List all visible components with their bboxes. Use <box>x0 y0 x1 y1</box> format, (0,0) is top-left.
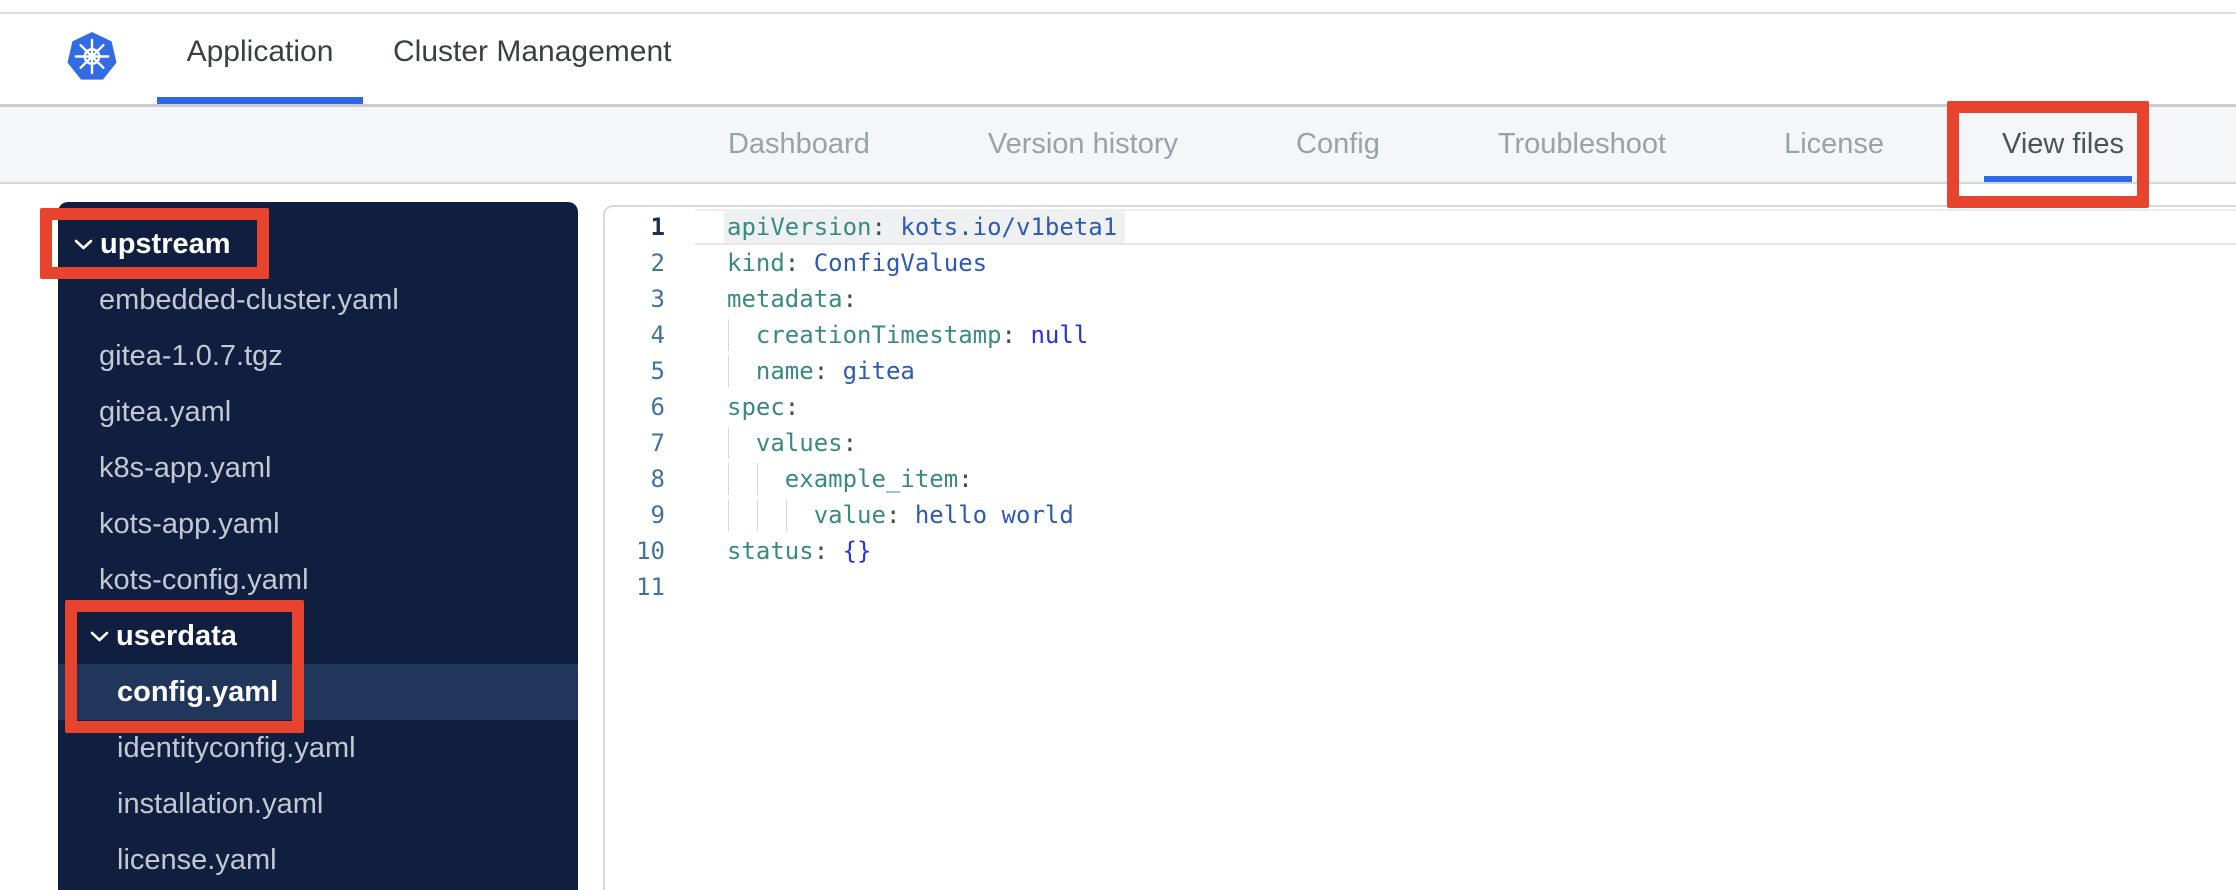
file-kots-app-yaml[interactable]: kots-app.yaml <box>58 496 578 552</box>
code-text: metadata: <box>727 285 858 313</box>
indent-guide <box>728 319 729 351</box>
line-number: 5 <box>650 357 665 385</box>
file-gitea-1-0-7-tgz[interactable]: gitea-1.0.7.tgz <box>58 328 578 384</box>
tree-item-label: kots-config.yaml <box>99 563 309 596</box>
code-text: kind: ConfigValues <box>727 249 988 277</box>
code-editor[interactable]: 1 apiVersion: kots.io/v1beta1 2 kind: Confi… <box>603 205 2236 890</box>
application-subnav: Dashboard Version history Config Troublesho… <box>0 107 2236 184</box>
file-license-yaml[interactable]: license.yaml <box>58 832 578 888</box>
line-number: 8 <box>650 465 665 493</box>
top-navigation-bar: Application Cluster Management <box>0 0 2236 107</box>
indent-guide <box>756 499 758 531</box>
code-text: status: {} <box>727 537 872 565</box>
code-text: values: <box>727 425 857 461</box>
line-number: 4 <box>650 321 665 349</box>
code-line-6: 6 spec: <box>605 389 2236 425</box>
tree-item-label: installation.yaml <box>117 787 324 820</box>
indent-guide <box>728 355 729 387</box>
code-line-3: 3 metadata: <box>605 281 2236 317</box>
line-number: 7 <box>650 429 665 457</box>
file-k8s-app-yaml[interactable]: k8s-app.yaml <box>58 440 578 496</box>
tree-item-label: userdata <box>116 619 237 652</box>
tab-dashboard[interactable]: Dashboard <box>728 107 870 182</box>
folder-userdata[interactable]: userdata <box>58 608 578 664</box>
indent-guide <box>785 499 787 531</box>
tree-item-label: config.yaml <box>117 675 279 708</box>
line-number: 3 <box>650 285 665 313</box>
line-number: 9 <box>650 501 665 529</box>
code-text: value: hello world <box>727 497 1074 533</box>
line-number: 2 <box>650 249 665 277</box>
tree-item-label: license.yaml <box>117 843 277 876</box>
file-tree-sidebar[interactable]: upstream embedded-cluster.yaml gitea-1.0.7… <box>58 202 578 890</box>
chevron-down-icon[interactable] <box>74 238 100 251</box>
code-line-1: 1 apiVersion: kots.io/v1beta1 <box>605 209 2236 245</box>
code-line-11: 11 <box>605 569 2236 605</box>
folder-upstream[interactable]: upstream <box>58 216 578 272</box>
tab-version-history[interactable]: Version history <box>988 107 1178 182</box>
code-line-2: 2 kind: ConfigValues <box>605 245 2236 281</box>
indent-guide <box>756 463 758 495</box>
code-line-9: 9 value: hello world <box>605 497 2236 533</box>
tab-config[interactable]: Config <box>1296 107 1380 182</box>
tree-item-label: gitea.yaml <box>99 395 232 428</box>
topnav-tabs: Application Cluster Management <box>157 0 671 104</box>
tree-item-label: kots-app.yaml <box>99 507 280 540</box>
file-installation-yaml[interactable]: installation.yaml <box>58 776 578 832</box>
kots-admin-console: Application Cluster Management Dashboard V… <box>0 0 2236 890</box>
tab-license[interactable]: License <box>1784 107 1884 182</box>
indent-guide <box>728 427 729 459</box>
code-line-5: 5 name: gitea <box>605 353 2236 389</box>
topnav-tab-cluster-management[interactable]: Cluster Management <box>393 0 671 104</box>
indent-guide <box>728 463 729 495</box>
code-text: name: gitea <box>727 353 915 389</box>
kubernetes-logo-icon <box>67 32 117 80</box>
line-number: 10 <box>636 537 665 565</box>
line-number: 1 <box>650 213 665 241</box>
file-embedded-cluster-yaml[interactable]: embedded-cluster.yaml <box>58 272 578 328</box>
code-text: spec: <box>727 393 800 421</box>
topnav-tab-application[interactable]: Application <box>157 0 363 104</box>
code-line-10: 10 status: {} <box>605 533 2236 569</box>
code-text: creationTimestamp: null <box>727 317 1088 353</box>
tab-view-files[interactable]: View files <box>1984 107 2132 182</box>
code-line-8: 8 example_item: <box>605 461 2236 497</box>
file-kots-config-yaml[interactable]: kots-config.yaml <box>58 552 578 608</box>
tab-troubleshoot[interactable]: Troubleshoot <box>1498 107 1666 182</box>
file-config-yaml[interactable]: config.yaml <box>58 664 578 720</box>
tree-item-label: k8s-app.yaml <box>99 451 272 484</box>
code-line-7: 7 values: <box>605 425 2236 461</box>
code-text: apiVersion: kots.io/v1beta1 <box>724 209 1126 245</box>
code-text: example_item: <box>727 461 973 497</box>
code-line-4: 4 creationTimestamp: null <box>605 317 2236 353</box>
tree-item-label: embedded-cluster.yaml <box>99 283 399 316</box>
tree-item-label: identityconfig.yaml <box>117 731 356 764</box>
tree-item-label: gitea-1.0.7.tgz <box>99 339 283 372</box>
line-number: 11 <box>636 573 665 601</box>
indent-guide <box>728 499 729 531</box>
file-identityconfig-yaml[interactable]: identityconfig.yaml <box>58 720 578 776</box>
line-number: 6 <box>650 393 665 421</box>
chevron-down-icon[interactable] <box>90 630 116 643</box>
current-line-highlight: apiVersion: kots.io/v1beta1 <box>724 211 1126 243</box>
file-gitea-yaml[interactable]: gitea.yaml <box>58 384 578 440</box>
tree-item-label: upstream <box>100 227 231 260</box>
